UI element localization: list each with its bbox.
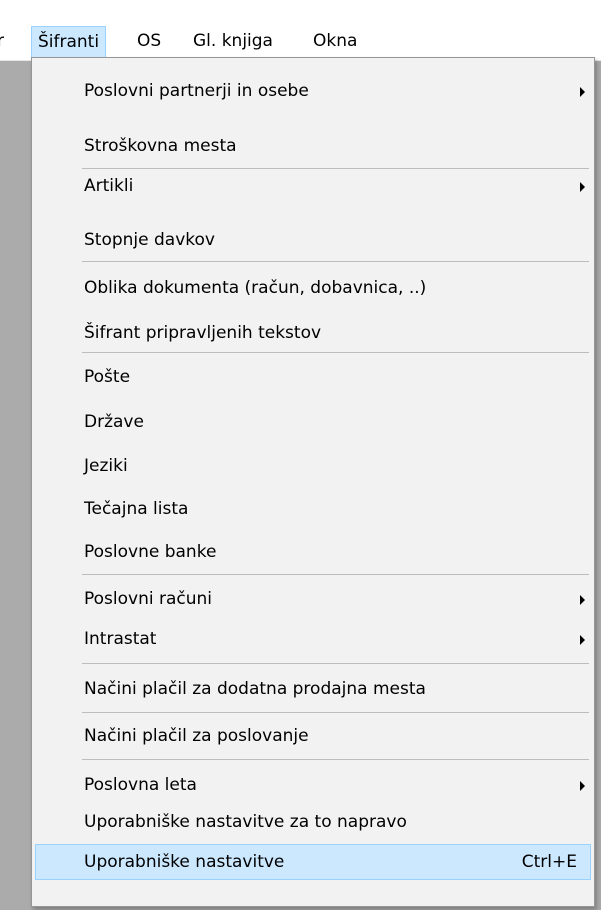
menu-separator bbox=[82, 261, 589, 262]
menu-item-label: Oblika dokumenta (račun, dobavnica, ..) bbox=[84, 278, 427, 298]
menu-item-label: Načini plačil za poslovanje bbox=[84, 726, 309, 746]
menu-item-label: Uporabniške nastavitve bbox=[84, 852, 285, 872]
menu-item-stopnje-davkov[interactable]: Stopnje davkov bbox=[35, 223, 591, 257]
submenu-arrow-icon bbox=[580, 781, 585, 791]
submenu-arrow-icon bbox=[580, 635, 585, 645]
menu-gl-knjiga[interactable]: Gl. knjiga bbox=[193, 26, 273, 56]
menu-item-label: Tečajna lista bbox=[84, 499, 189, 519]
menu-item-tecajna-lista[interactable]: Tečajna lista bbox=[35, 492, 591, 526]
menu-item-label: Stopnje davkov bbox=[84, 230, 215, 250]
sifranti-dropdown-menu: Poslovni partnerji in osebe Stroškovna m… bbox=[31, 57, 595, 907]
menu-os[interactable]: OS bbox=[137, 26, 161, 56]
menu-item-label: Stroškovna mesta bbox=[84, 136, 237, 156]
menu-item-sifrant-tekstov[interactable]: Šifrant pripravljenih tekstov bbox=[35, 316, 591, 350]
menu-item-label: Intrastat bbox=[84, 629, 157, 649]
menu-item-oblika-dokumenta[interactable]: Oblika dokumenta (račun, dobavnica, ..) bbox=[35, 271, 591, 305]
menu-item-drzave[interactable]: Države bbox=[35, 405, 591, 439]
menu-item-label: Uporabniške nastavitve za to napravo bbox=[84, 812, 407, 832]
menu-item-truncated[interactable]: r bbox=[0, 26, 4, 56]
menu-sifranti-label: Šifranti bbox=[38, 32, 100, 52]
menu-item-intrastat[interactable]: Intrastat bbox=[35, 622, 591, 656]
menu-item-nastavitve-naprava[interactable]: Uporabniške nastavitve za to napravo bbox=[35, 805, 591, 839]
menu-item-poste[interactable]: Pošte bbox=[35, 360, 591, 394]
menu-item-artikli[interactable]: Artikli bbox=[35, 169, 591, 203]
menu-item-jeziki[interactable]: Jeziki bbox=[35, 449, 591, 483]
menu-separator bbox=[82, 759, 589, 760]
menu-item-poslovne-banke[interactable]: Poslovne banke bbox=[35, 535, 591, 569]
menu-item-poslovna-leta[interactable]: Poslovna leta bbox=[35, 768, 591, 802]
menu-item-label: Države bbox=[84, 412, 144, 432]
menu-separator bbox=[82, 663, 589, 664]
menu-item-label: Jeziki bbox=[84, 456, 128, 476]
menu-item-label: Poslovne banke bbox=[84, 542, 217, 562]
submenu-arrow-icon bbox=[580, 87, 585, 97]
menu-bar: r Šifranti OS Gl. knjiga Okna bbox=[0, 0, 601, 61]
submenu-arrow-icon bbox=[580, 595, 585, 605]
menu-item-label: Poslovna leta bbox=[84, 775, 197, 795]
menu-item-poslovni-partnerji[interactable]: Poslovni partnerji in osebe bbox=[35, 74, 591, 108]
menu-item-nacini-placil-prodajna[interactable]: Načini plačil za dodatna prodajna mesta bbox=[35, 672, 591, 706]
menu-item-stroskovna-mesta[interactable]: Stroškovna mesta bbox=[35, 129, 591, 163]
menu-separator bbox=[82, 712, 589, 713]
menu-separator bbox=[82, 352, 589, 353]
menu-item-label: Poslovni partnerji in osebe bbox=[84, 81, 309, 101]
menu-item-poslovni-racuni[interactable]: Poslovni računi bbox=[35, 582, 591, 616]
menu-item-label: Artikli bbox=[84, 176, 134, 196]
menu-item-label: Šifrant pripravljenih tekstov bbox=[84, 323, 322, 343]
menu-item-shortcut: Ctrl+E bbox=[521, 852, 577, 872]
menu-okna[interactable]: Okna bbox=[313, 26, 357, 56]
menu-item-nacini-placil-poslovanje[interactable]: Načini plačil za poslovanje bbox=[35, 719, 591, 753]
submenu-arrow-icon bbox=[580, 182, 585, 192]
menu-item-label: Pošte bbox=[84, 367, 131, 387]
menu-item-label: Poslovni računi bbox=[84, 589, 213, 609]
menu-separator bbox=[82, 574, 589, 575]
menu-item-label: Načini plačil za dodatna prodajna mesta bbox=[84, 679, 426, 699]
menu-sifranti[interactable]: Šifranti bbox=[31, 26, 107, 58]
menu-item-uporabniske-nastavitve[interactable]: Uporabniške nastavitve Ctrl+E bbox=[35, 844, 591, 880]
